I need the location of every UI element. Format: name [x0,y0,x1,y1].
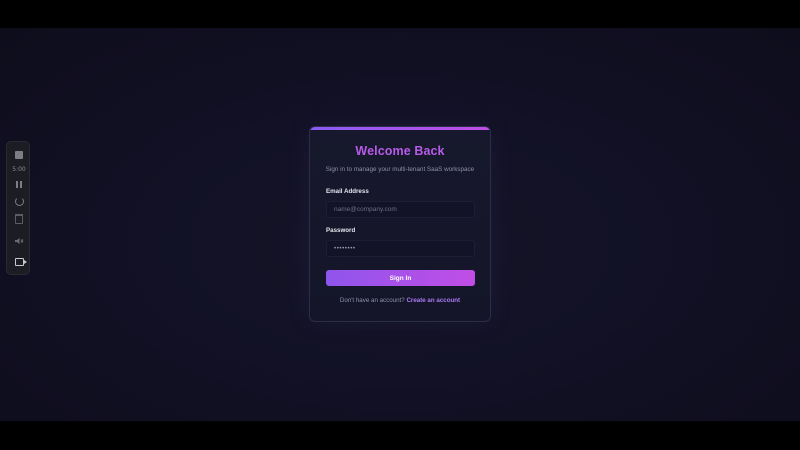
create-account-link[interactable]: Create an account [406,297,460,304]
camera-toggle-button[interactable] [7,256,31,268]
password-value: •••••••• [334,245,356,252]
page-background: 5:00 Welcome Back Sign in to manage your… [0,28,800,421]
restart-icon [14,196,24,206]
letterbox-top [0,0,800,28]
password-label: Password [326,227,356,234]
stop-recording-button[interactable] [7,148,31,162]
card-accent-bar [310,127,490,130]
delete-recording-button[interactable] [7,213,31,225]
sign-in-button[interactable]: Sign In [326,270,475,286]
letterbox-bottom [0,421,800,450]
password-field[interactable]: •••••••• [326,240,475,257]
page-title: Welcome Back [355,144,445,158]
login-card: Welcome Back Sign in to manage your mult… [309,126,491,322]
restart-recording-button[interactable] [7,195,31,207]
email-field[interactable] [326,201,475,218]
pause-recording-button[interactable] [7,178,31,190]
mute-icon [15,238,24,244]
pause-icon [16,180,22,188]
recording-timer: 5:00 [12,165,26,173]
trash-icon [15,214,23,224]
stop-icon [15,151,23,159]
page-subtitle: Sign in to manage your multi-tenant SaaS… [325,166,475,173]
recording-toolbar: 5:00 [6,141,30,275]
camera-icon [14,258,27,266]
signup-prompt: Don't have an account? [339,297,405,304]
email-label: Email Address [326,188,369,195]
signup-row: Don't have an account? Create an account [310,297,490,304]
mute-button[interactable] [7,235,31,247]
